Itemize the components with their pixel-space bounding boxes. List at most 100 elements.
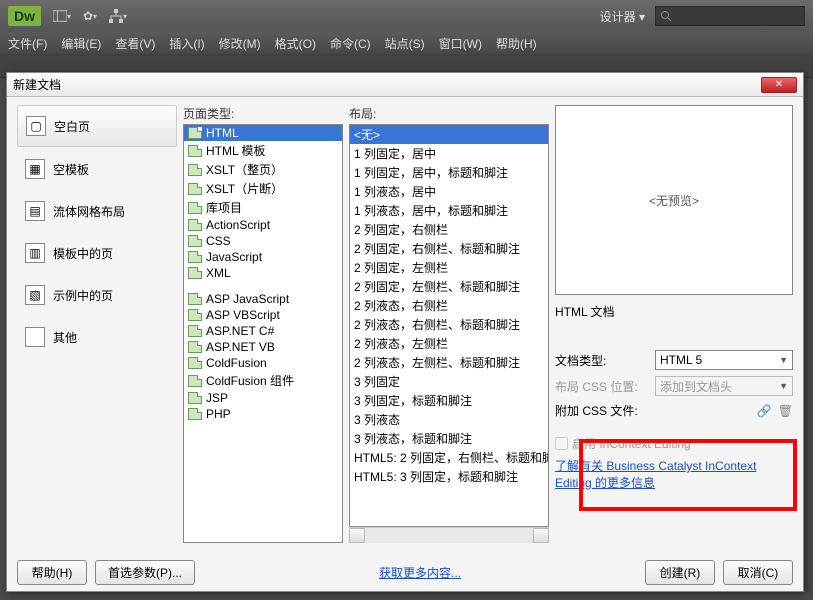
file-icon	[188, 357, 202, 369]
category-item[interactable]: ▢空白页	[17, 105, 177, 147]
page-type-item[interactable]: ASP.NET C#	[184, 323, 342, 339]
page-type-item[interactable]: ASP.NET VB	[184, 339, 342, 355]
page-type-item[interactable]: CSS	[184, 233, 342, 249]
layout-icon[interactable]: ▾	[53, 7, 71, 25]
layout-item[interactable]: 2 列液态，左侧栏	[350, 334, 548, 353]
layout-item[interactable]: 1 列液态，居中，标题和脚注	[350, 201, 548, 220]
menu-item[interactable]: 命令(C)	[330, 35, 371, 52]
menu-item[interactable]: 编辑(E)	[61, 35, 101, 52]
ice-label: 启用 InContext Editing	[572, 435, 691, 452]
more-content-link[interactable]: 获取更多内容...	[379, 564, 461, 581]
workspace-switcher[interactable]: 设计器 ▾	[600, 8, 645, 25]
csspos-label: 布局 CSS 位置:	[555, 378, 649, 395]
page-type-item[interactable]: PHP	[184, 406, 342, 422]
file-icon	[188, 325, 202, 337]
file-icon	[188, 164, 202, 176]
page-type-item[interactable]: ColdFusion 组件	[184, 371, 342, 390]
category-icon: ▥	[25, 243, 45, 263]
layout-item[interactable]: 2 列液态，右侧栏、标题和脚注	[350, 315, 548, 334]
layout-item[interactable]: 2 列固定，左侧栏	[350, 258, 548, 277]
file-icon	[188, 375, 202, 387]
file-icon	[188, 309, 202, 321]
layout-item[interactable]: 2 列固定，右侧栏	[350, 220, 548, 239]
layout-item[interactable]: 3 列液态，标题和脚注	[350, 429, 548, 448]
page-type-item[interactable]: JSP	[184, 390, 342, 406]
sitemap-icon[interactable]: ▾	[109, 7, 127, 25]
menu-item[interactable]: 文件(F)	[8, 35, 47, 52]
menu-item[interactable]: 格式(O)	[275, 35, 316, 52]
layout-item[interactable]: 2 列液态，左侧栏、标题和脚注	[350, 353, 548, 372]
file-icon	[188, 219, 202, 231]
file-icon	[188, 235, 202, 247]
category-item[interactable]: 其他	[17, 317, 177, 357]
ice-checkbox	[555, 437, 568, 450]
ice-link[interactable]: 了解有关 Business Catalyst InContext Editing…	[555, 458, 793, 492]
page-type-item[interactable]: ColdFusion	[184, 355, 342, 371]
layout-header: 布局:	[349, 105, 549, 122]
category-item[interactable]: ▥模板中的页	[17, 233, 177, 273]
dialog-title-text: 新建文档	[13, 76, 761, 93]
layout-item[interactable]: HTML5: 3 列固定，标题和脚注	[350, 467, 548, 486]
preview-box: <无预览>	[555, 105, 793, 295]
app-header: Dw ▾ ✿▾ ▾ 设计器 ▾	[0, 0, 813, 32]
layout-item[interactable]: 3 列固定	[350, 372, 548, 391]
new-document-dialog: 新建文档 ✕ ▢空白页▦空模板▤流体网格布局▥模板中的页▧示例中的页其他 页面类…	[6, 72, 804, 592]
doc-type-text: HTML 文档	[555, 303, 793, 320]
file-icon	[188, 408, 202, 420]
file-icon	[188, 127, 202, 139]
csspos-select: 添加到文档头▼	[655, 376, 793, 396]
page-type-item[interactable]: ActionScript	[184, 217, 342, 233]
menu-item[interactable]: 窗口(W)	[439, 35, 482, 52]
file-icon	[188, 183, 202, 195]
link-css-icon[interactable]: 🔗	[757, 404, 772, 418]
file-icon	[188, 267, 202, 279]
layout-item[interactable]: 2 列固定，左侧栏、标题和脚注	[350, 277, 548, 296]
page-type-item[interactable]: XSLT（片断）	[184, 179, 342, 198]
layout-item[interactable]: 2 列固定，右侧栏、标题和脚注	[350, 239, 548, 258]
menu-item[interactable]: 帮助(H)	[496, 35, 537, 52]
page-type-item[interactable]: XSLT（整页）	[184, 160, 342, 179]
dialog-titlebar: 新建文档 ✕	[7, 73, 803, 97]
layout-item[interactable]: 1 列固定，居中	[350, 144, 548, 163]
page-type-item[interactable]: XML	[184, 265, 342, 281]
layout-item[interactable]: 3 列液态	[350, 410, 548, 429]
help-button[interactable]: 帮助(H)	[17, 560, 87, 585]
category-icon: ▦	[25, 159, 45, 179]
menu-item[interactable]: 查看(V)	[115, 35, 155, 52]
close-button[interactable]: ✕	[761, 77, 797, 93]
doctype-select[interactable]: HTML 5▼	[655, 350, 793, 370]
category-icon: ▧	[25, 285, 45, 305]
file-icon	[188, 392, 202, 404]
page-type-item[interactable]: 库项目	[184, 198, 342, 217]
category-column: ▢空白页▦空模板▤流体网格布局▥模板中的页▧示例中的页其他	[17, 105, 177, 543]
trash-icon[interactable]: 🗑	[778, 404, 793, 418]
layout-list[interactable]: <无>1 列固定，居中1 列固定，居中，标题和脚注1 列液态，居中1 列液态，居…	[349, 124, 549, 527]
create-button[interactable]: 创建(R)	[645, 560, 715, 585]
doctype-label: 文档类型:	[555, 352, 649, 369]
category-item[interactable]: ▤流体网格布局	[17, 191, 177, 231]
prefs-button[interactable]: 首选参数(P)...	[95, 560, 195, 585]
layout-item[interactable]: HTML5: 2 列固定，右侧栏、标题和脚注	[350, 448, 548, 467]
search-icon	[660, 10, 672, 22]
gear-icon[interactable]: ✿▾	[81, 7, 99, 25]
layout-item[interactable]: 1 列液态，居中	[350, 182, 548, 201]
layout-item[interactable]: <无>	[350, 125, 548, 144]
menu-item[interactable]: 站点(S)	[385, 35, 425, 52]
layout-item[interactable]: 1 列固定，居中，标题和脚注	[350, 163, 548, 182]
attachcss-label: 附加 CSS 文件:	[555, 402, 649, 419]
page-type-item[interactable]: HTML 模板	[184, 141, 342, 160]
page-type-item[interactable]: JavaScript	[184, 249, 342, 265]
cancel-button[interactable]: 取消(C)	[723, 560, 793, 585]
category-item[interactable]: ▦空模板	[17, 149, 177, 189]
page-type-item[interactable]: HTML	[184, 125, 342, 141]
search-input[interactable]	[655, 6, 805, 26]
layout-item[interactable]: 2 列液态，右侧栏	[350, 296, 548, 315]
menu-item[interactable]: 插入(I)	[169, 35, 204, 52]
horizontal-scrollbar[interactable]	[349, 527, 549, 543]
category-item[interactable]: ▧示例中的页	[17, 275, 177, 315]
menu-item[interactable]: 修改(M)	[219, 35, 261, 52]
page-types-list[interactable]: HTMLHTML 模板XSLT（整页）XSLT（片断）库项目ActionScri…	[183, 124, 343, 543]
page-type-item[interactable]: ASP VBScript	[184, 307, 342, 323]
layout-item[interactable]: 3 列固定，标题和脚注	[350, 391, 548, 410]
page-type-item[interactable]: ASP JavaScript	[184, 291, 342, 307]
